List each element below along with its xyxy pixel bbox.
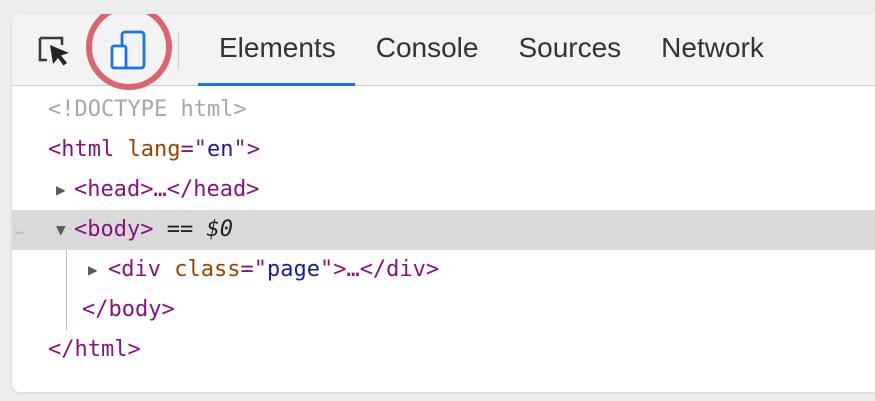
dom-node-html-open[interactable]: <html lang="en"> xyxy=(12,130,875,170)
expand-arrow-icon[interactable]: ▶ xyxy=(56,170,66,210)
highlight-circle xyxy=(86,14,172,90)
more-dots-icon[interactable]: … xyxy=(15,210,24,250)
tab-sources[interactable]: Sources xyxy=(497,14,640,85)
head-code: <head>…</head> xyxy=(74,177,260,202)
dom-node-div-page[interactable]: ▶ <div class="page">…</div> xyxy=(12,250,875,290)
toolbar-divider xyxy=(178,32,179,70)
dom-tree: <!DOCTYPE html> <html lang="en"> ▶ <head… xyxy=(12,86,875,392)
tab-elements[interactable]: Elements xyxy=(198,14,355,86)
html-close-code: </html> xyxy=(48,337,141,362)
devtools-toolbar: Elements Console Sources Network xyxy=(12,14,875,90)
expand-arrow-icon[interactable]: ▶ xyxy=(88,250,98,290)
doctype-text: <!DOCTYPE html> xyxy=(48,97,247,122)
dom-node-head[interactable]: ▶ <head>…</head> xyxy=(12,170,875,210)
html-open-code: <html lang="en"> xyxy=(48,137,260,162)
div-code: <div class="page">…</div> xyxy=(108,257,440,282)
tab-network[interactable]: Network xyxy=(640,14,783,85)
dom-node-body-close[interactable]: </body> xyxy=(12,290,875,330)
dom-node-doctype[interactable]: <!DOCTYPE html> xyxy=(12,90,875,130)
dom-node-body-selected[interactable]: … ▼ <body> == $0 xyxy=(12,210,875,250)
devtools-tabs: Elements Console Sources Network xyxy=(198,14,783,86)
inspect-element-icon xyxy=(38,36,69,66)
body-open-code: <body> == $0 xyxy=(74,217,233,242)
inspect-element-button[interactable] xyxy=(36,33,76,69)
body-close-code: </body> xyxy=(82,297,175,322)
collapse-arrow-icon[interactable]: ▼ xyxy=(56,210,66,250)
devtools-panel: Elements Console Sources Network <!DOCTY… xyxy=(12,14,875,392)
tab-console[interactable]: Console xyxy=(355,14,498,85)
dom-node-html-close[interactable]: </html> xyxy=(12,330,875,370)
